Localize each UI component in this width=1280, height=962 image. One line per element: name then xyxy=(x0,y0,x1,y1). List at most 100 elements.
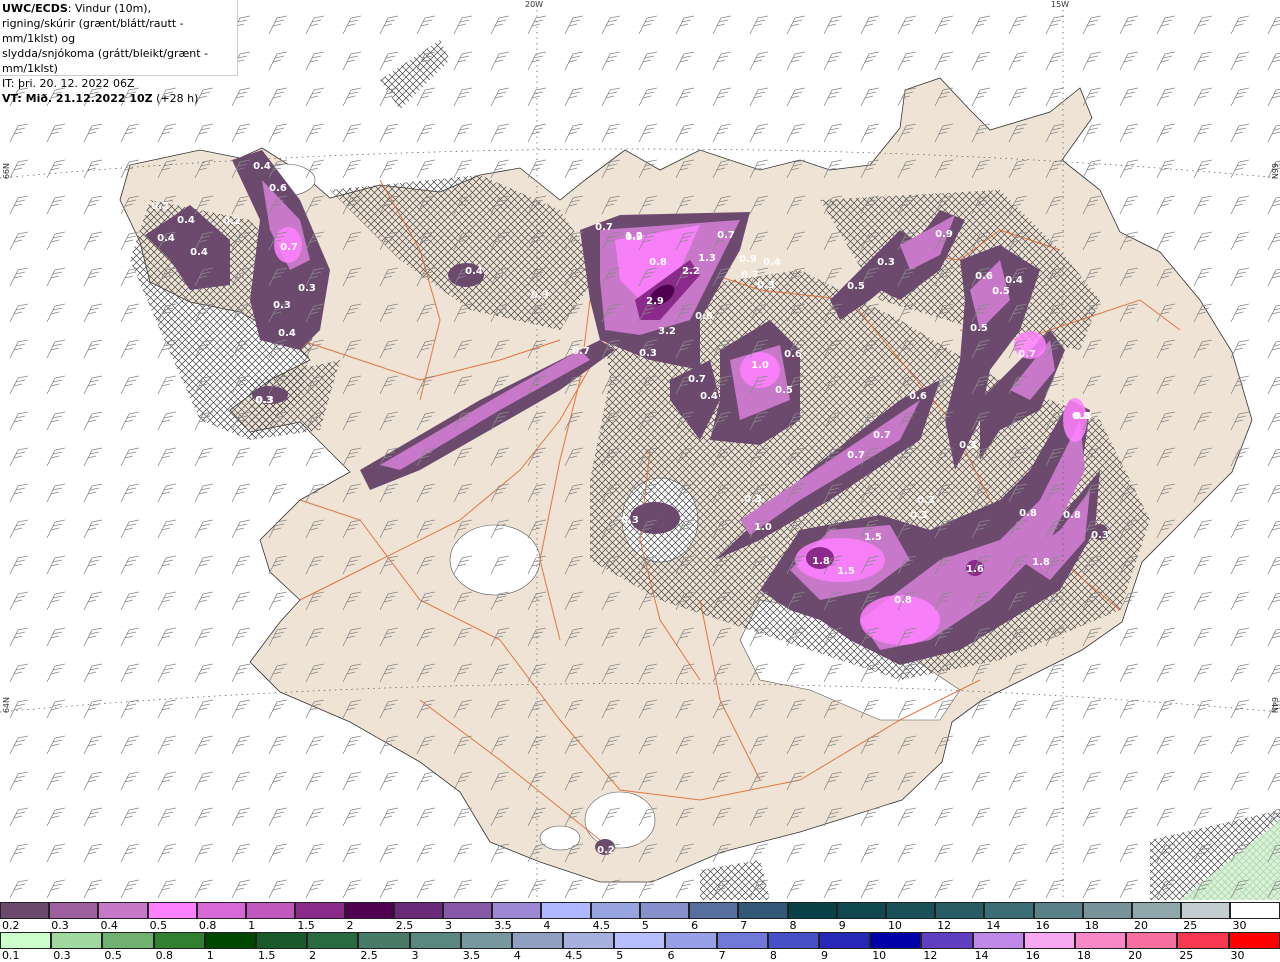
colorbar-label: 6 xyxy=(691,919,699,932)
colorbar-swatch xyxy=(246,902,296,919)
precip-value-label: 0.2 xyxy=(597,845,615,856)
colorbar-swatch xyxy=(98,902,148,919)
colorbar-label: 0.3 xyxy=(53,949,71,962)
colorbar-swatch xyxy=(819,932,871,949)
colorbar-swatch xyxy=(0,932,52,949)
precip-value-label: 0.6 xyxy=(784,349,802,360)
precip-value-label: 0.3 xyxy=(531,290,549,301)
colorbar-swatch xyxy=(344,902,394,919)
colorbar-label: 1 xyxy=(248,919,256,932)
colorbar-label: 0.1 xyxy=(2,949,20,962)
precip-value-label: 0.3 xyxy=(757,280,775,291)
precip-value-label: 1.5 xyxy=(864,532,882,543)
precip-value-label: 1.3 xyxy=(698,253,716,264)
colorbar-label: 9 xyxy=(821,949,828,962)
colorbar-swatch xyxy=(1074,932,1127,949)
colorbar-label: 5 xyxy=(616,949,624,962)
colorbar-swatch xyxy=(921,932,973,949)
colorbar-swatch xyxy=(1033,902,1083,919)
colorbar-swatch xyxy=(1177,932,1229,949)
colorbar-swatch xyxy=(393,902,443,919)
colorbar-swatch xyxy=(295,902,345,919)
precip-value-label: 0.3 xyxy=(639,348,657,359)
colorbar-label: 7 xyxy=(740,919,748,932)
colorbar-label: 3.5 xyxy=(462,949,481,962)
colorbar-swatch xyxy=(972,932,1024,949)
lat-label-64n-right: 64N xyxy=(1270,697,1279,714)
lon-label-20w: 20W xyxy=(525,0,544,9)
wind-barbs xyxy=(0,0,1280,900)
colorbar-label: 7 xyxy=(718,949,726,962)
colorbar-swatch xyxy=(1132,902,1182,919)
precip-value-label: 0.4 xyxy=(177,215,195,226)
colorbar-swatch xyxy=(147,902,197,919)
colorbar-swatch xyxy=(767,932,819,949)
colorbar-swatch xyxy=(153,932,205,949)
colorbar-label: 30 xyxy=(1230,949,1245,962)
precip-value-label: 1.5 xyxy=(837,566,855,577)
colorbar-swatch xyxy=(492,902,542,919)
precip-value-label: 1.8 xyxy=(812,556,830,567)
precip-value-label: 0.3 xyxy=(621,515,639,526)
snow-colorbar xyxy=(0,902,1280,919)
precip-value-label: 0.4 xyxy=(1005,275,1023,286)
colorbar-label: 20 xyxy=(1128,949,1143,962)
precip-value-label: 0.4 xyxy=(278,328,296,339)
colorbar-swatch xyxy=(689,902,739,919)
precip-value-label: 0.7 xyxy=(280,242,298,253)
colorbar-label: 3 xyxy=(411,949,419,962)
lat-label-66n-right: 66N xyxy=(1270,163,1279,180)
precip-value-label: 0.6 xyxy=(975,271,993,282)
colorbar-label: 16 xyxy=(1035,919,1050,932)
precip-value-label: 0.9 xyxy=(739,254,757,265)
precip-value-label: 0.4 xyxy=(700,391,718,402)
colorbar-label: 5 xyxy=(641,919,649,932)
colorbar-swatch xyxy=(639,902,690,919)
precip-value-label: 0.3 xyxy=(1091,530,1109,541)
colorbar-swatch xyxy=(1023,932,1075,949)
precip-value-label: 0.8 xyxy=(1019,508,1037,519)
colorbar-label: 10 xyxy=(887,919,902,932)
colorbar-swatch xyxy=(1230,902,1280,919)
precip-value-label: 0.6 xyxy=(269,183,287,194)
colorbar-label: 2 xyxy=(309,949,317,962)
colorbar-label: 2.5 xyxy=(395,919,414,932)
colorbar-label: 18 xyxy=(1076,949,1091,962)
precip-value-label: 0.2 xyxy=(223,216,241,227)
rain-colorbar xyxy=(0,932,1280,949)
colorbar-swatch xyxy=(358,932,410,949)
colorbar-label: 4 xyxy=(543,919,551,932)
colorbar-label: 4 xyxy=(513,949,521,962)
precip-value-label: 0.5 xyxy=(970,323,988,334)
colorbar-label: 30 xyxy=(1232,919,1247,932)
precip-value-label: 1.0 xyxy=(751,360,769,371)
lon-label-15w: 15W xyxy=(1051,0,1070,9)
precip-value-label: 0.4 xyxy=(157,233,175,244)
precip-value-label: 0.3 xyxy=(917,495,935,506)
colorbar-swatch xyxy=(885,902,936,919)
colorbar-label: 1.5 xyxy=(257,949,276,962)
lat-label-66n-left: 66N xyxy=(2,163,11,180)
precip-value-label: 0.4 xyxy=(763,257,781,268)
precip-value-label: 0.4 xyxy=(190,247,208,258)
colorbar-label: 25 xyxy=(1183,919,1198,932)
colorbar-label: 4.5 xyxy=(592,919,611,932)
colorbar-label: 0.8 xyxy=(198,919,217,932)
colorbar-label: 2.5 xyxy=(360,949,378,962)
colorbar-swatch xyxy=(541,902,591,919)
precip-value-label: 0.8 xyxy=(894,595,912,606)
precip-value-label: 0.3 xyxy=(255,395,273,406)
precip-value-label: 0.5 xyxy=(847,281,865,292)
colorbar-label: 14 xyxy=(986,919,1001,932)
valid-time: VT: Mið. 21.12.2022 10Z xyxy=(2,92,153,105)
precip-value-label: 0.7 xyxy=(1018,349,1036,360)
colorbar-label: 3.5 xyxy=(494,919,512,932)
colorbar-swatch xyxy=(442,902,493,919)
model-name: UWC/ECDS xyxy=(2,2,68,15)
colorbar-swatch xyxy=(935,902,985,919)
precip-value-label: 1.2 xyxy=(625,231,643,242)
precip-value-label: 0.3 xyxy=(298,283,316,294)
precip-value-label: 2.9 xyxy=(646,296,664,307)
precip-value-label: 0.5 xyxy=(992,286,1010,297)
colorbar-swatch xyxy=(307,932,359,949)
